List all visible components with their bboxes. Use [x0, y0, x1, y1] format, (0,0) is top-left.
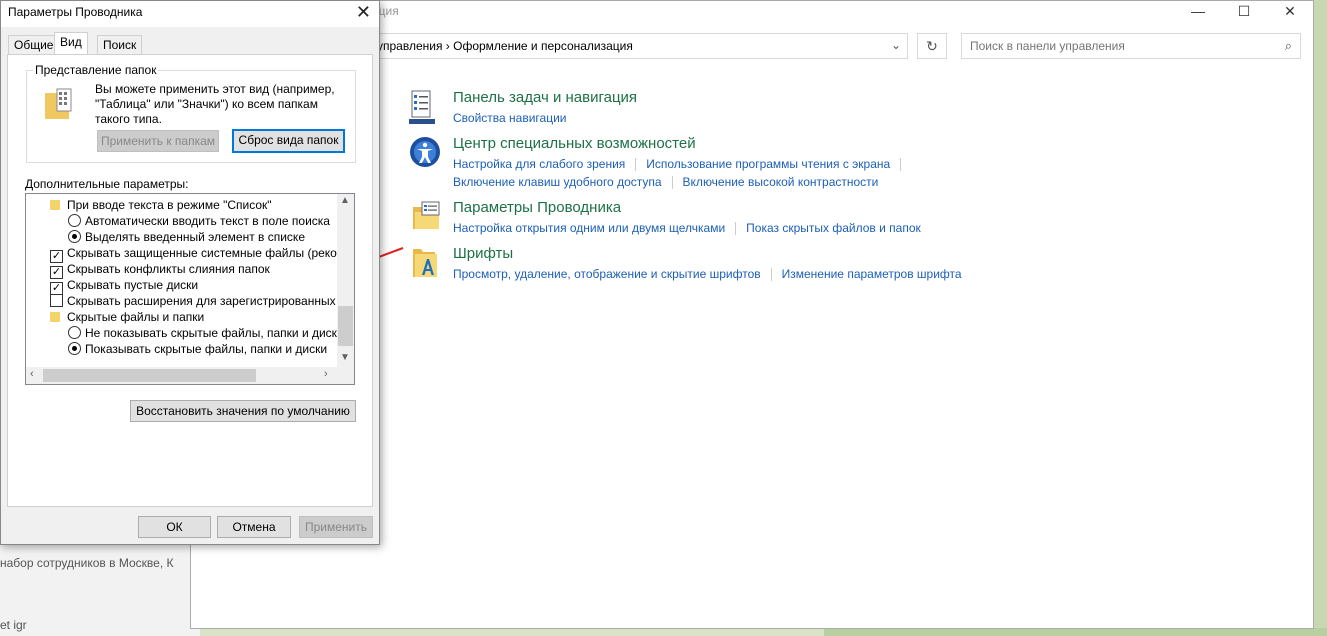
- tab-search[interactable]: Поиск: [97, 35, 143, 55]
- close-button[interactable]: ✕: [1267, 0, 1313, 22]
- link-separator: [770, 268, 772, 282]
- list-item[interactable]: Показывать скрытые файлы, папки и диски: [68, 341, 327, 357]
- category-link[interactable]: Использование программы чтения с экрана: [646, 157, 890, 171]
- category-link[interactable]: Включение клавиш удобного доступа: [453, 175, 662, 189]
- link-separator: [735, 222, 737, 236]
- category-link[interactable]: Просмотр, удаление, отображение и скрыти…: [453, 267, 761, 281]
- background-chat-list: набор сотрудников в Москве, К et igr: [0, 540, 200, 636]
- radio-button[interactable]: [68, 214, 81, 227]
- ok-button[interactable]: ОК: [138, 516, 211, 538]
- background-chat-wallpaper: [824, 628, 1327, 636]
- list-item[interactable]: Автоматически вводить текст в поле поиск…: [68, 213, 330, 229]
- vertical-scrollbar[interactable]: [1302, 62, 1313, 628]
- reset-folders-button[interactable]: Сброс вида папок: [232, 129, 345, 153]
- link-separator: [900, 158, 902, 172]
- scroll-up-icon[interactable]: ▲: [340, 195, 350, 206]
- vertical-scrollbar[interactable]: ▲ ▼: [337, 194, 354, 367]
- checkbox[interactable]: [50, 294, 63, 307]
- list-item[interactable]: Не показывать скрытые файлы, папки и дис…: [68, 325, 344, 341]
- maximize-button[interactable]: ☐: [1221, 0, 1267, 22]
- scroll-down-icon[interactable]: ▼: [340, 352, 350, 363]
- folder-views-description: Вы можете применить этот вид (например, …: [95, 82, 335, 126]
- scrollbar-corner: [337, 367, 354, 384]
- search-box[interactable]: ⌕: [961, 33, 1301, 59]
- list-item[interactable]: Выделять введенный элемент в списке: [68, 229, 305, 245]
- radio-button[interactable]: [68, 230, 81, 243]
- folder-icon: [50, 312, 60, 322]
- chat-preview[interactable]: набор сотрудников в Москве, К: [0, 556, 173, 570]
- category-link[interactable]: Включение высокой контрастности: [683, 175, 879, 189]
- search-input[interactable]: [962, 34, 1262, 58]
- ease-of-access-icon: [410, 137, 440, 167]
- search-icon[interactable]: ⌕: [1285, 38, 1292, 54]
- link-separator: [635, 158, 637, 172]
- group-legend: Представление папок: [33, 63, 159, 77]
- category-heading[interactable]: Центр специальных возможностей: [453, 135, 696, 152]
- radio-button[interactable]: [68, 342, 81, 355]
- folder-views-group: Представление папок Вы можете применить …: [26, 63, 356, 163]
- tab-view[interactable]: Вид: [54, 32, 88, 56]
- minimize-button[interactable]: —: [1175, 0, 1221, 22]
- chevron-down-icon[interactable]: ⌄: [891, 38, 901, 52]
- folder-icon: [50, 200, 60, 210]
- category-link[interactable]: Настройка открытия одним или двумя щелчк…: [453, 221, 725, 235]
- cancel-button[interactable]: Отмена: [217, 516, 291, 538]
- list-item[interactable]: Скрывать расширения для зарегистрированн…: [50, 293, 354, 309]
- folder-options-dialog: Параметры Проводника ✕ Общие Вид Поиск П…: [0, 0, 380, 545]
- link-separator: [671, 176, 673, 190]
- folder-options-icon: [413, 201, 440, 229]
- advanced-settings-label: Дополнительные параметры:: [25, 177, 189, 191]
- category-link[interactable]: Свойства навигации: [453, 111, 566, 125]
- advanced-settings-list[interactable]: При вводе текста в режиме "Список" Автом…: [25, 193, 355, 385]
- list-item[interactable]: ✓ Скрывать защищенные системные файлы (ре…: [50, 245, 354, 263]
- restore-defaults-button[interactable]: Восстановить значения по умолчанию: [130, 400, 356, 422]
- view-tab-page: Представление папок Вы можете применить …: [7, 54, 373, 507]
- dialog-title: Параметры Проводника: [8, 5, 143, 19]
- list-item[interactable]: При вводе текста в режиме "Список": [50, 197, 272, 213]
- refresh-icon: ↻: [926, 38, 938, 54]
- radio-button[interactable]: [68, 326, 81, 339]
- tab-general[interactable]: Общие: [8, 35, 60, 55]
- dialog-title-bar: Параметры Проводника ✕: [1, 1, 379, 27]
- breadcrumb[interactable]: управления › Оформление и персонализация: [377, 39, 633, 53]
- chat-preview[interactable]: et igr: [0, 618, 27, 632]
- taskbar-icon: [409, 90, 435, 124]
- list-item[interactable]: Скрытые файлы и папки: [50, 309, 204, 325]
- scroll-left-icon[interactable]: ‹: [30, 368, 34, 380]
- category-heading[interactable]: Панель задач и навигация: [453, 89, 637, 106]
- category-heading[interactable]: Шрифты: [453, 245, 513, 262]
- fonts-icon: [413, 249, 437, 277]
- category-link[interactable]: Показ скрытых файлов и папок: [746, 221, 921, 235]
- apply-button[interactable]: Применить: [299, 516, 373, 538]
- list-item[interactable]: ✓ Скрывать пустые диски: [50, 277, 198, 295]
- scrollbar-thumb[interactable]: [338, 306, 353, 346]
- scroll-right-icon[interactable]: ›: [324, 368, 328, 380]
- horizontal-scrollbar[interactable]: ‹ ›: [26, 367, 339, 384]
- folder-view-icon: [45, 88, 72, 119]
- apply-to-folders-button[interactable]: Применить к папкам: [97, 130, 219, 152]
- refresh-button[interactable]: ↻: [917, 33, 947, 59]
- background-app-edge: [1313, 0, 1327, 636]
- category-link[interactable]: Изменение параметров шрифта: [782, 267, 962, 281]
- category-heading[interactable]: Параметры Проводника: [453, 199, 621, 216]
- scrollbar-thumb[interactable]: [43, 369, 256, 382]
- category-link[interactable]: Настройка для слабого зрения: [453, 157, 625, 171]
- list-item[interactable]: ✓ Скрывать конфликты слияния папок: [50, 261, 270, 279]
- close-icon[interactable]: ✕: [356, 2, 371, 23]
